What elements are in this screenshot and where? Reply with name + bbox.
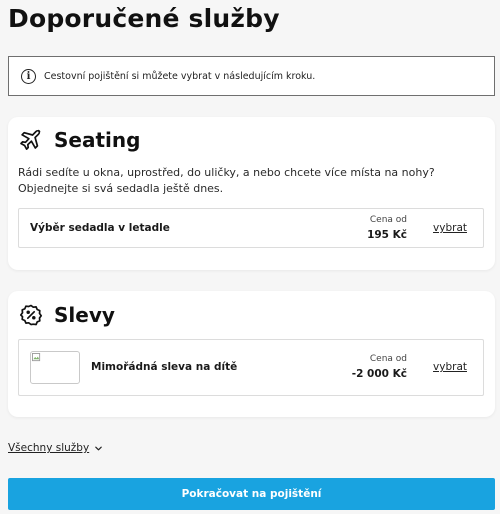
discount-price: Cena od -2 000 Kč [352, 353, 407, 382]
discount-select-link[interactable]: vybrat [433, 361, 467, 373]
seat-selection-name: Výběr sedadla v letadle [30, 222, 170, 234]
seat-price-value: 195 Kč [367, 229, 407, 241]
discounts-card: Slevy Mimořádná sleva na dítě Cena od -2… [8, 291, 495, 417]
seating-card: Seating Rádi sedíte u okna, uprostřed, d… [8, 117, 495, 270]
seat-selection-row: Výběr sedadla v letadle Cena od 195 Kč v… [18, 208, 484, 248]
discount-thumbnail [30, 351, 80, 384]
continue-to-insurance-button[interactable]: Pokračovat na pojištění [8, 478, 495, 510]
info-banner: i Cestovní pojištění si můžete vybrat v … [8, 56, 495, 96]
discount-badge-icon [19, 304, 43, 326]
chevron-down-icon [95, 446, 102, 450]
seating-title: Seating [54, 128, 141, 152]
discount-price-value: -2 000 Kč [351, 368, 407, 380]
info-text: Cestovní pojištění si můžete vybrat v ná… [44, 70, 316, 82]
airplane-icon [20, 129, 41, 150]
seating-description: Rádi sedíte u okna, uprostřed, do uličky… [18, 166, 435, 195]
seat-price-label: Cena od [369, 215, 407, 225]
seating-header: Seating [19, 128, 140, 152]
discount-price-label: Cena od [369, 354, 407, 364]
child-discount-row: Mimořádná sleva na dítě Cena od -2 000 K… [18, 339, 484, 396]
all-services-label: Všechny služby [8, 442, 90, 454]
discounts-header: Slevy [19, 303, 115, 327]
child-discount-name: Mimořádná sleva na dítě [91, 361, 238, 373]
seat-price: Cena od 195 Kč [367, 214, 407, 243]
broken-image-icon [32, 353, 41, 362]
discounts-title: Slevy [54, 303, 115, 327]
info-icon: i [21, 68, 36, 84]
all-services-toggle[interactable]: Všechny služby [8, 442, 103, 454]
seat-select-link[interactable]: vybrat [433, 222, 467, 234]
page-title: Doporučené služby [8, 4, 280, 33]
